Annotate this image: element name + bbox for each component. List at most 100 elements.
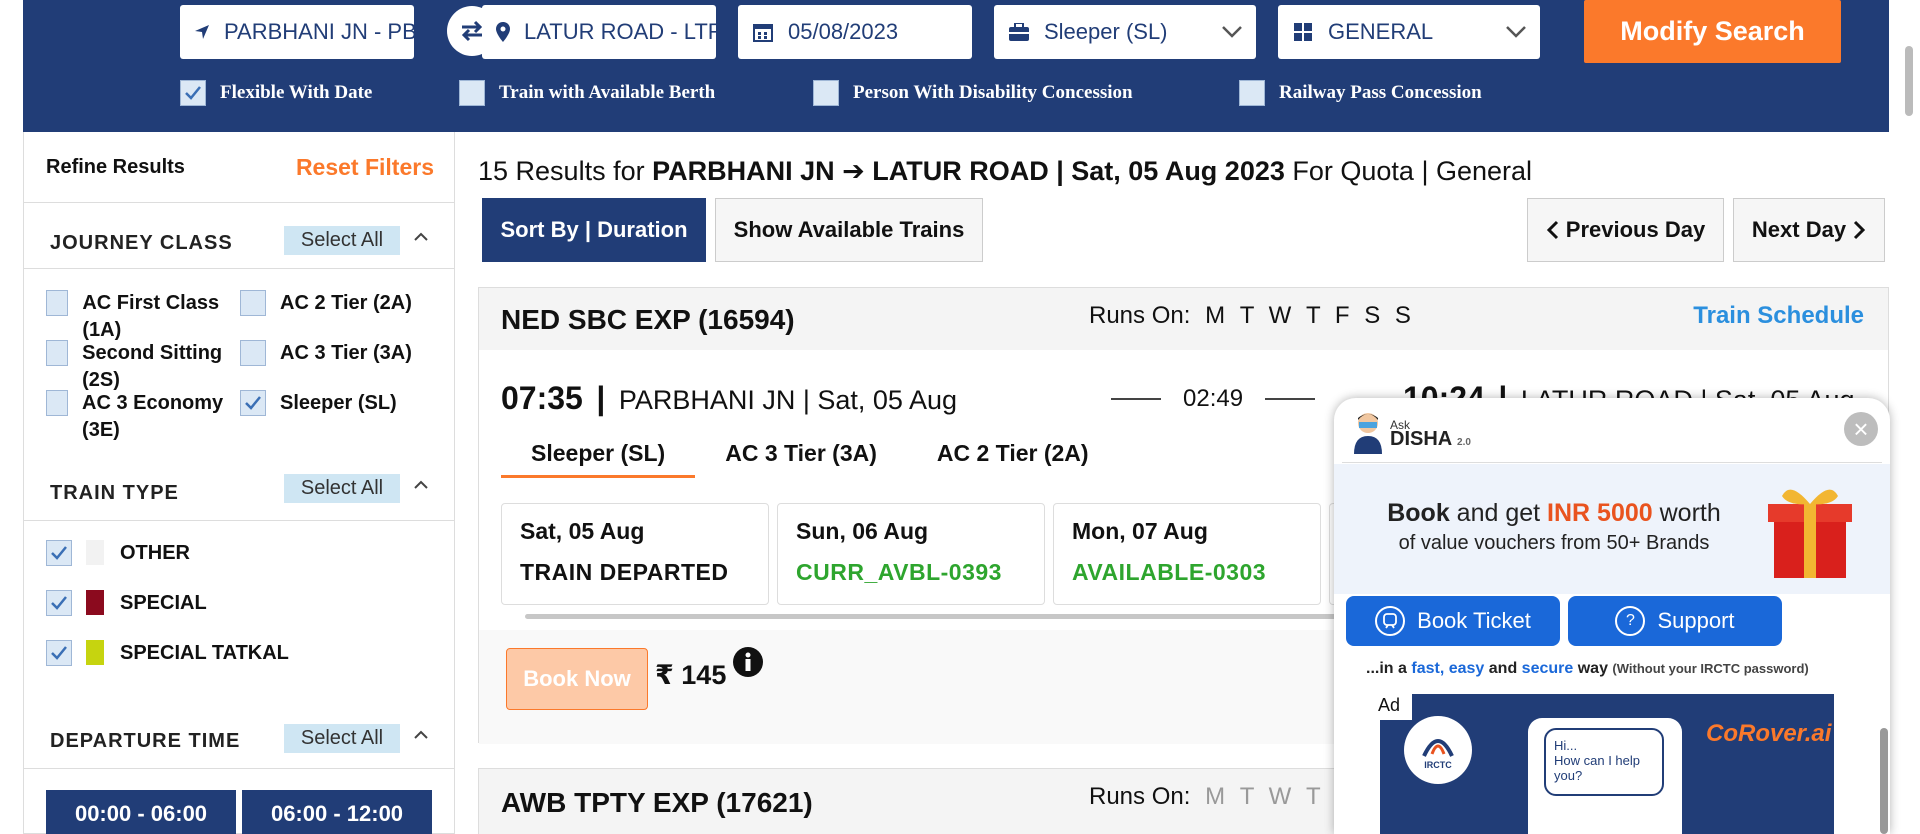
- refine-results-title: Refine Results: [46, 156, 185, 178]
- class-option-3a[interactable]: AC 3 Tier (3A): [240, 340, 450, 367]
- checkbox[interactable]: [813, 80, 839, 106]
- checkbox[interactable]: [46, 540, 72, 566]
- available-berth-option[interactable]: Train with Available Berth: [459, 80, 715, 106]
- reset-filters-link[interactable]: Reset Filters: [296, 154, 434, 181]
- train-type-special[interactable]: SPECIAL: [46, 590, 207, 617]
- help-icon: ?: [1615, 606, 1646, 636]
- chevron-down-icon: [1504, 19, 1528, 49]
- flexible-date-option[interactable]: Flexible With Date: [180, 80, 372, 106]
- class-tab-2a[interactable]: AC 2 Tier (2A): [907, 440, 1119, 478]
- class-option-2a[interactable]: AC 2 Tier (2A): [240, 290, 450, 317]
- checkbox[interactable]: [459, 80, 485, 106]
- departure-time-select-all[interactable]: Select All: [284, 724, 400, 753]
- disha-brand-name: DISHA: [1390, 428, 1452, 450]
- divider: [1342, 462, 1882, 463]
- show-available-trains-button[interactable]: Show Available Trains: [715, 198, 983, 262]
- class-option-label: AC 3 Economy (3E): [82, 392, 224, 441]
- support-button[interactable]: ? Support: [1568, 596, 1782, 646]
- popup-scrollbar[interactable]: [1880, 728, 1888, 834]
- train-type-special-tatkal[interactable]: SPECIAL TATKAL: [46, 640, 289, 667]
- availability-day[interactable]: Mon, 07 Aug AVAILABLE-0303: [1053, 503, 1321, 605]
- class-option-label: Second Sitting (2S): [82, 342, 223, 391]
- option-label: Train with Available Berth: [499, 82, 716, 103]
- quota-select-value: GENERAL: [1328, 19, 1434, 44]
- train-type-other[interactable]: OTHER: [46, 540, 190, 567]
- train-type-select-all[interactable]: Select All: [284, 474, 400, 503]
- book-ticket-button[interactable]: Book Ticket: [1346, 596, 1560, 646]
- class-option-1a[interactable]: AC First Class (1A): [46, 290, 236, 344]
- availability-day[interactable]: Sat, 05 Aug TRAIN DEPARTED: [501, 503, 769, 605]
- irctc-logo: IRCTC: [1404, 716, 1472, 784]
- checkbox[interactable]: [46, 640, 72, 666]
- checkbox[interactable]: [240, 340, 266, 366]
- checkbox[interactable]: [180, 80, 206, 106]
- close-icon[interactable]: ×: [1844, 412, 1878, 446]
- checkbox[interactable]: [46, 340, 69, 366]
- checkbox[interactable]: [46, 290, 69, 316]
- briefcase-icon: [1008, 23, 1030, 41]
- sort-by-duration-button[interactable]: Sort By | Duration: [482, 198, 706, 262]
- journey-date-field[interactable]: 05/08/2023: [738, 5, 972, 59]
- checkbox[interactable]: [1239, 80, 1265, 106]
- modify-search-button[interactable]: Modify Search: [1584, 0, 1841, 63]
- next-day-button[interactable]: Next Day: [1733, 198, 1885, 262]
- to-station-field[interactable]: LATUR ROAD - LTRR: [482, 5, 716, 59]
- runs-on-label: Runs On:: [1089, 783, 1191, 810]
- class-tabs: Sleeper (SL) AC 3 Tier (3A) AC 2 Tier (2…: [501, 440, 1119, 478]
- availability-status: AVAILABLE-0303: [1072, 559, 1267, 585]
- class-option-label: Sleeper (SL): [280, 392, 397, 414]
- disha-brand: DISHA 2.0: [1390, 428, 1471, 451]
- checkbox[interactable]: [240, 390, 266, 416]
- info-icon[interactable]: [732, 646, 764, 683]
- chevron-up-icon[interactable]: [414, 228, 428, 246]
- time-slot-button[interactable]: 00:00 - 06:00: [46, 790, 236, 834]
- class-option-label: AC 3 Tier (3A): [280, 342, 412, 364]
- dash: [1265, 398, 1316, 400]
- book-now-button[interactable]: Book Now: [506, 648, 648, 710]
- class-tab-sl[interactable]: Sleeper (SL): [501, 440, 696, 478]
- checkbox[interactable]: [240, 290, 266, 316]
- journey-class-title: JOURNEY CLASS: [50, 232, 233, 254]
- chevron-up-icon[interactable]: [414, 476, 428, 494]
- runs-on-label: Runs On:: [1089, 302, 1191, 329]
- run-day: W: [1268, 783, 1292, 810]
- class-option-sl[interactable]: Sleeper (SL): [240, 390, 450, 417]
- railway-pass-option[interactable]: Railway Pass Concession: [1239, 80, 1482, 106]
- availability-date: Sun, 06 Aug: [796, 518, 929, 544]
- chevron-right-icon: [1854, 220, 1866, 240]
- class-select-value: Sleeper (SL): [1044, 19, 1168, 44]
- train-schedule-link[interactable]: Train Schedule: [1693, 302, 1864, 330]
- run-day: W: [1268, 302, 1292, 329]
- disability-concession-option[interactable]: Person With Disability Concession: [813, 80, 1133, 106]
- journey-class-select-all[interactable]: Select All: [284, 226, 400, 255]
- next-day-label: Next Day: [1751, 217, 1847, 242]
- previous-day-button[interactable]: Previous Day: [1527, 198, 1724, 262]
- tagline-note: (Without your IRCTC password): [1612, 661, 1809, 676]
- class-tab-3a[interactable]: AC 3 Tier (3A): [695, 440, 907, 478]
- checkbox[interactable]: [46, 590, 72, 616]
- class-option-2s[interactable]: Second Sitting (2S): [46, 340, 236, 394]
- to-station-value: LATUR ROAD - LTRR: [524, 19, 716, 44]
- availability-day[interactable]: Sun, 06 Aug CURR_AVBL-0393: [777, 503, 1045, 605]
- location-arrow-icon: [194, 24, 210, 40]
- page-scrollbar[interactable]: [1905, 46, 1913, 116]
- from-station-field[interactable]: PARBHANI JN - PBN: [180, 5, 414, 59]
- quota-select[interactable]: GENERAL: [1278, 5, 1540, 59]
- class-select[interactable]: Sleeper (SL): [994, 5, 1256, 59]
- chevron-up-icon[interactable]: [414, 726, 428, 744]
- from-station-value: PARBHANI JN - PBN: [224, 19, 414, 44]
- check-icon: [51, 646, 67, 660]
- checkbox[interactable]: [46, 390, 69, 416]
- class-option-3e[interactable]: AC 3 Economy (3E): [46, 390, 236, 444]
- train-type-label: SPECIAL: [120, 592, 207, 614]
- train-name: AWB TPTY EXP (17621): [501, 787, 813, 818]
- chat-bubble: Hi... How can I help you?: [1544, 728, 1664, 796]
- promo-pre: Book: [1387, 499, 1450, 527]
- runs-on: Runs On: M T W T F: [1089, 783, 1350, 811]
- availability-date: Mon, 07 Aug: [1072, 518, 1208, 544]
- horizontal-scrollbar[interactable]: [525, 614, 1425, 619]
- time-slot-button[interactable]: 06:00 - 12:00: [242, 790, 432, 834]
- run-day: T: [1305, 783, 1321, 810]
- divider: [24, 268, 454, 269]
- option-label: Railway Pass Concession: [1279, 82, 1482, 103]
